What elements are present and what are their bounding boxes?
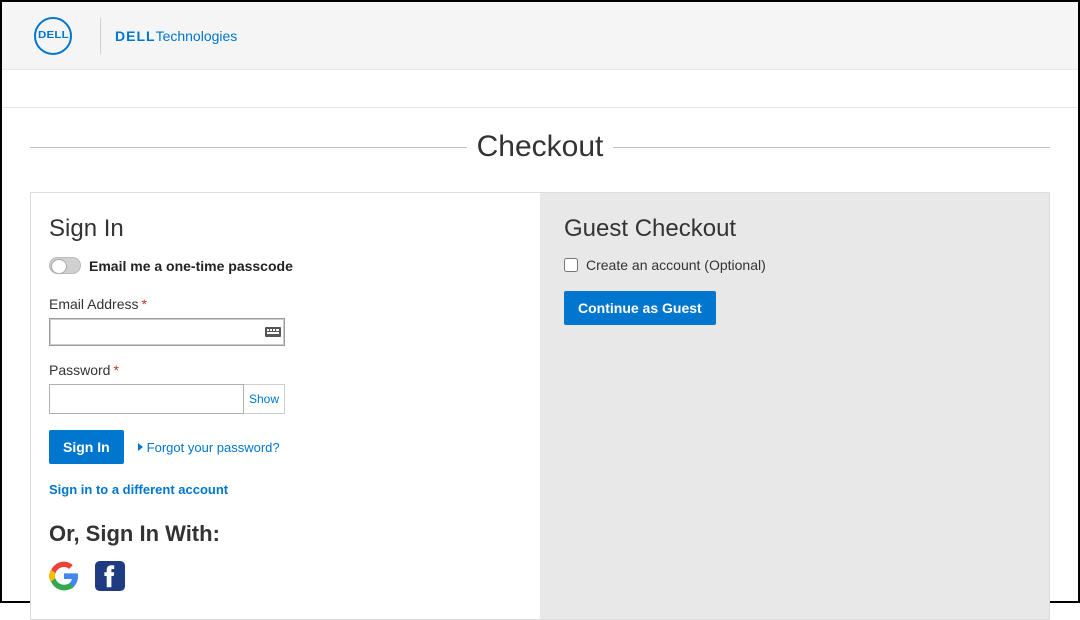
google-signin-button[interactable] (49, 561, 79, 591)
continue-as-guest-button[interactable]: Continue as Guest (564, 291, 716, 325)
dell-technologies-logo[interactable]: DELL Technologies (115, 28, 237, 44)
dell-logo[interactable]: DELL (34, 17, 72, 55)
signin-title: Sign In (49, 215, 512, 243)
social-signin-row (49, 561, 512, 591)
email-input-wrap (49, 318, 285, 346)
email-label: Email Address* (49, 296, 512, 312)
signin-panel: Sign In Email me a one-time passcode Ema… (31, 193, 540, 619)
title-rule-left (30, 147, 467, 148)
guest-panel: Guest Checkout Create an account (Option… (540, 193, 1049, 619)
email-required-indicator: * (141, 296, 146, 312)
password-required-indicator: * (113, 362, 118, 378)
page-title: Checkout (477, 130, 604, 164)
brand-light: Technologies (156, 28, 238, 44)
email-label-text: Email Address (49, 296, 138, 312)
nav-spacer (2, 70, 1078, 108)
or-signin-title: Or, Sign In With: (49, 521, 512, 547)
brand-strong: DELL (115, 28, 156, 44)
passcode-toggle-row: Email me a one-time passcode (49, 257, 512, 274)
email-input[interactable] (49, 318, 285, 346)
create-account-row: Create an account (Optional) (564, 257, 1025, 273)
page-title-row: Checkout (30, 130, 1050, 164)
password-label: Password* (49, 362, 512, 378)
password-field-group: Password* Show (49, 362, 512, 414)
password-label-text: Password (49, 362, 110, 378)
header-separator (100, 18, 101, 54)
checkout-panels: Sign In Email me a one-time passcode Ema… (30, 192, 1050, 620)
passcode-toggle-label: Email me a one-time passcode (89, 258, 293, 274)
password-row: Show (49, 384, 285, 414)
forgot-password-link[interactable]: Forgot your password? (138, 440, 280, 455)
dell-logo-text: DELL (38, 30, 69, 41)
create-account-label: Create an account (Optional) (586, 257, 766, 273)
top-header: DELL DELL Technologies (2, 2, 1078, 70)
autofill-icon[interactable] (265, 325, 281, 339)
facebook-signin-button[interactable] (95, 561, 125, 591)
forgot-password-text: Forgot your password? (147, 440, 280, 455)
title-rule-right (613, 147, 1050, 148)
signin-button[interactable]: Sign In (49, 430, 124, 464)
signin-action-row: Sign In Forgot your password? (49, 430, 512, 464)
guest-title: Guest Checkout (564, 215, 1025, 243)
create-account-checkbox[interactable] (564, 258, 578, 272)
passcode-toggle[interactable] (49, 257, 81, 274)
chevron-right-icon (138, 443, 143, 451)
different-account-link[interactable]: Sign in to a different account (49, 482, 512, 497)
email-field-group: Email Address* (49, 296, 512, 346)
password-input[interactable] (49, 384, 244, 414)
show-password-button[interactable]: Show (244, 384, 285, 414)
